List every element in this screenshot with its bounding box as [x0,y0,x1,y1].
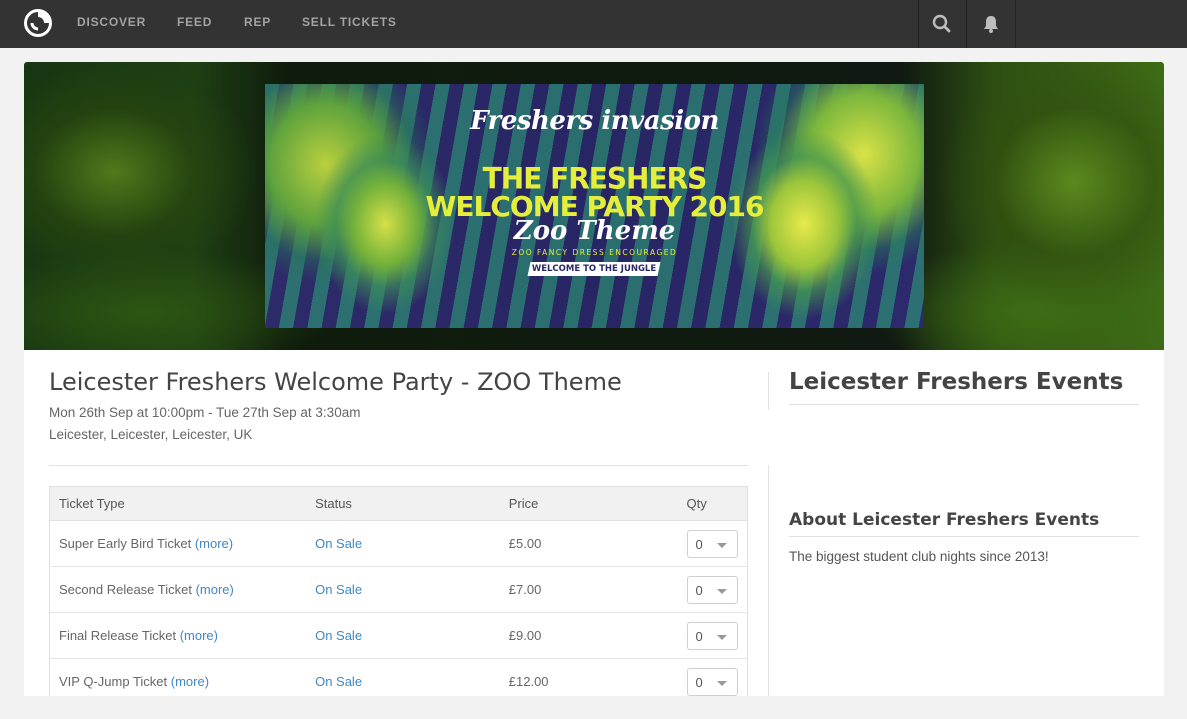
about-text: The biggest student club nights since 20… [789,549,1049,564]
qty-value: 0 [695,674,703,690]
ticket-row: Final Release Ticket (more) On Sale £9.0… [49,612,748,659]
column-divider [768,372,769,410]
event-datetime: Mon 26th Sep at 10:00pm - Tue 27th Sep a… [49,405,361,420]
chevron-down-icon [716,634,727,640]
ticket-type-cell: VIP Q-Jump Ticket (more) [49,658,307,696]
ticket-table: Ticket Type Status Price Qty Super Early… [49,486,748,696]
ticket-price: £7.00 [499,566,678,613]
qty-select[interactable]: 0 [686,621,738,650]
ticket-row: Super Early Bird Ticket (more) On Sale £… [49,520,748,567]
qty-value: 0 [695,628,703,644]
event-banner: Freshers invasion THE FRESHERS WELCOME P… [24,62,1164,350]
event-location: Leicester, Leicester, Leicester, UK [49,427,253,442]
ticket-name: Final Release Ticket [59,628,177,643]
ticket-name: Super Early Bird Ticket [59,536,192,551]
nav-divider [918,0,919,48]
ticket-qty-cell: 0 [677,612,748,659]
organiser-title[interactable]: Leicester Freshers Events [789,369,1123,395]
col-status: Status [306,486,500,521]
ticket-name: VIP Q-Jump Ticket [59,674,168,689]
ticket-status-cell: On Sale [306,566,500,613]
more-link[interactable]: (more) [196,582,234,597]
nav-discover[interactable]: DISCOVER [77,15,146,29]
ticket-qty-cell: 0 [677,658,748,696]
ticket-type-cell: Second Release Ticket (more) [49,566,307,613]
ticket-qty-cell: 0 [677,566,748,613]
flyer-tagline: WELCOME TO THE JUNGLE [527,262,661,276]
ticket-price: £12.00 [499,658,678,696]
chevron-down-icon [716,680,727,686]
col-ticket-type: Ticket Type [49,486,307,521]
event-title: Leicester Freshers Welcome Party - ZOO T… [49,368,622,396]
nav-sell-tickets[interactable]: SELL TICKETS [302,15,397,29]
ticket-table-header: Ticket Type Status Price Qty [49,486,748,521]
ticket-name: Second Release Ticket [59,582,192,597]
flyer-dress-note: ZOO FANCY DRESS ENCOURAGED [511,248,678,257]
ticket-type-cell: Super Early Bird Ticket (more) [49,520,307,567]
ticket-status-cell: On Sale [306,658,500,696]
event-flyer-image: Freshers invasion THE FRESHERS WELCOME P… [265,84,924,328]
column-divider [768,465,769,696]
flyer-brand: Freshers invasion [470,106,719,136]
ticket-price: £9.00 [499,612,678,659]
qty-value: 0 [695,536,703,552]
ticket-status[interactable]: On Sale [315,674,362,689]
nav-feed[interactable]: FEED [177,15,212,29]
ticket-price: £5.00 [499,520,678,567]
ticket-status-cell: On Sale [306,612,500,659]
flyer-tagline-text: WELCOME TO THE JUNGLE [531,264,657,274]
qty-select[interactable]: 0 [686,575,738,604]
chevron-down-icon [716,588,727,594]
qty-value: 0 [695,582,703,598]
flyer-text-block: Freshers invasion THE FRESHERS WELCOME P… [265,84,924,328]
site-logo-icon[interactable] [23,8,53,38]
qty-select[interactable]: 0 [686,667,738,696]
ticket-type-cell: Final Release Ticket (more) [49,612,307,659]
ticket-row: VIP Q-Jump Ticket (more) On Sale £12.00 … [49,658,748,696]
divider [789,536,1139,537]
nav-divider [966,0,967,48]
ticket-status[interactable]: On Sale [315,536,362,551]
chevron-down-icon [716,542,727,548]
ticket-row: Second Release Ticket (more) On Sale £7.… [49,566,748,613]
qty-select[interactable]: 0 [686,529,738,558]
flyer-theme: Zoo Theme [513,216,676,246]
event-card: Freshers invasion THE FRESHERS WELCOME P… [24,62,1164,696]
ticket-qty-cell: 0 [677,520,748,567]
more-link[interactable]: (more) [171,674,209,689]
top-navbar: DISCOVER FEED REP SELL TICKETS [0,0,1187,48]
ticket-status-cell: On Sale [306,520,500,567]
search-icon[interactable] [929,11,955,37]
ticket-status[interactable]: On Sale [315,582,362,597]
more-link[interactable]: (more) [180,628,218,643]
bell-icon[interactable] [978,11,1004,37]
more-link[interactable]: (more) [195,536,233,551]
ticket-status[interactable]: On Sale [315,628,362,643]
divider [789,404,1139,405]
divider [49,465,748,466]
col-qty: Qty [677,486,748,521]
nav-rep[interactable]: REP [244,15,271,29]
nav-divider [1015,0,1016,48]
about-title: About Leicester Freshers Events [789,510,1100,530]
col-price: Price [499,486,678,521]
